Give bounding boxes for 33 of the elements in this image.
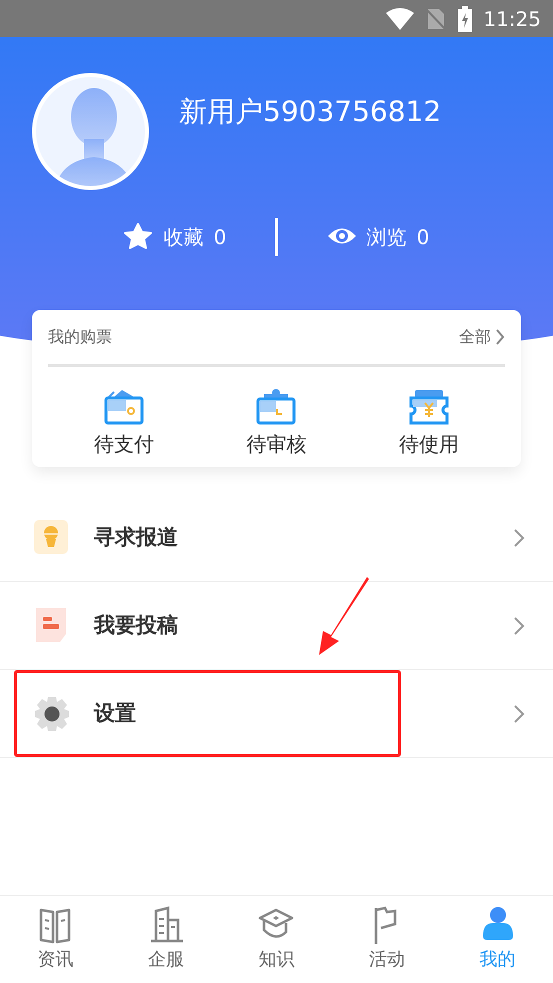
clipboard-icon — [256, 389, 296, 425]
chevron-icon — [513, 528, 525, 548]
status-time: 11:25 — [483, 6, 541, 32]
menu-item[interactable]: 寻求报道 — [0, 494, 553, 582]
wallet-icon — [104, 389, 144, 425]
chevron-icon — [513, 704, 525, 724]
stat-label: 收藏 — [164, 224, 204, 251]
battery-icon — [457, 6, 474, 32]
ticket-icon — [408, 389, 449, 425]
ticket-status-button[interactable]: 待使用 — [368, 389, 489, 459]
menu-label: 设置 — [94, 700, 137, 727]
star-icon — [124, 223, 154, 251]
wifi-icon — [385, 6, 416, 30]
stat-label: 浏览 — [366, 224, 407, 251]
stat-count: 0 — [214, 224, 226, 251]
menu-label: 我要投稿 — [94, 612, 179, 639]
tab[interactable]: 企服 — [110, 896, 222, 983]
menu-item[interactable]: 设置 — [0, 670, 553, 758]
view-all-link[interactable]: 全部 — [459, 325, 505, 349]
ticket-status-button[interactable]: 待审核 — [216, 389, 336, 459]
tab[interactable]: 活动 — [332, 896, 442, 983]
microphone-icon — [34, 520, 70, 556]
card-title: 我的购票 — [48, 326, 112, 348]
chevron-icon — [495, 328, 505, 346]
book-icon — [37, 906, 74, 944]
username: 新用户5903756812 — [179, 94, 442, 130]
gear-icon — [34, 696, 70, 732]
ticket-status-button[interactable]: 待支付 — [64, 389, 184, 459]
tab[interactable]: 知识 — [221, 896, 332, 983]
chevron-icon — [513, 616, 525, 636]
stat-count: 0 — [416, 224, 430, 251]
tab[interactable]: 资讯 — [0, 896, 111, 983]
menu-label: 寻求报道 — [94, 524, 179, 551]
